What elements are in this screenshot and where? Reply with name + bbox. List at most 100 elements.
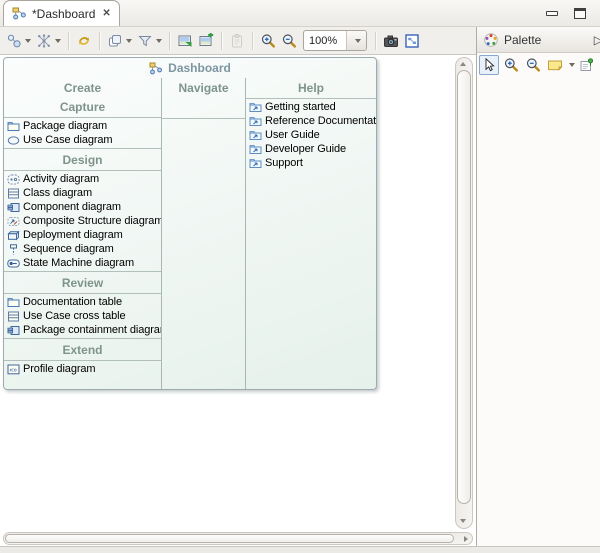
toolbar-separator <box>68 32 69 50</box>
sync-button[interactable] <box>74 29 94 53</box>
dashboard-item-label: Package containment diagram <box>23 324 161 336</box>
image-export-button[interactable] <box>175 29 195 53</box>
dashboard-item[interactable]: Documentation table <box>4 295 161 309</box>
dashboard-item[interactable]: Deployment diagram <box>4 228 161 242</box>
dropdown-arrow-icon[interactable] <box>126 39 132 43</box>
dashboard-item-label: Composite Structure diagram <box>23 215 161 227</box>
palette-title: Palette <box>504 33 541 47</box>
cursor-icon <box>481 57 497 73</box>
dashboard-item[interactable]: Sequence diagram <box>4 242 161 256</box>
arrange-all-button[interactable] <box>34 29 63 53</box>
model-icon <box>12 7 27 20</box>
group-nodes-icon <box>6 33 22 49</box>
help-link[interactable]: Reference Documentation <box>246 114 376 128</box>
zoom-in-button[interactable] <box>258 29 278 53</box>
help-link-label: Support <box>265 157 303 169</box>
dashboard-item-label: Deployment diagram <box>23 229 123 241</box>
dashboard-panel-title: Dashboard <box>4 58 376 78</box>
help-link[interactable]: User Guide <box>246 128 376 142</box>
vertical-scrollbar[interactable] <box>455 57 473 529</box>
dropdown-arrow-icon[interactable] <box>25 39 31 43</box>
pin-note-tool-button[interactable] <box>577 55 597 75</box>
dashboard-column-help: HelpGetting startedReference Documentati… <box>245 78 376 389</box>
scroll-down-icon[interactable] <box>460 519 466 523</box>
diagram-window-button[interactable] <box>402 29 422 53</box>
help-link[interactable]: Support <box>246 156 376 170</box>
sync-icon <box>76 33 92 49</box>
class-icon <box>7 311 20 322</box>
palette-expand-icon[interactable]: ▷ <box>594 33 600 47</box>
palette-header[interactable]: Palette ▷ <box>477 27 600 53</box>
scroll-up-icon[interactable] <box>460 62 466 66</box>
help-folder-icon <box>249 158 262 169</box>
component-icon <box>7 325 20 336</box>
tab-close-icon[interactable]: ✕ <box>102 8 110 19</box>
toolbar-separator <box>99 32 100 50</box>
dashboard-item[interactable]: Class diagram <box>4 186 161 200</box>
vertical-scrollbar-thumb[interactable] <box>457 70 471 504</box>
dashboard-item[interactable]: Use Case diagram <box>4 133 161 147</box>
palette-zoom-out-button[interactable] <box>523 55 543 75</box>
copy-appearance-button[interactable] <box>105 29 134 53</box>
sequence-icon <box>7 244 20 255</box>
dropdown-arrow-icon <box>355 39 361 43</box>
dashboard-item[interactable]: «»Profile diagram <box>4 362 161 376</box>
section-divider <box>246 98 376 99</box>
zoom-out-icon <box>281 33 297 49</box>
group-nodes-button[interactable] <box>4 29 33 53</box>
zoom-out-button[interactable] <box>279 29 299 53</box>
zoom-dropdown-button[interactable] <box>346 31 366 50</box>
filter-icon <box>137 33 153 49</box>
camera-icon <box>383 33 399 49</box>
oval-icon <box>7 135 20 146</box>
dashboard-item[interactable]: Component diagram <box>4 200 161 214</box>
dashboard-item[interactable]: State Machine diagram <box>4 256 161 270</box>
component-icon <box>7 202 20 213</box>
dropdown-arrow-icon[interactable] <box>156 39 162 43</box>
zoom-level-value[interactable]: 100% <box>304 31 346 50</box>
section-divider <box>4 360 161 361</box>
dashboard-column-navigate: Navigate <box>161 78 245 389</box>
dropdown-arrow-icon[interactable] <box>569 63 575 67</box>
dashboard-item[interactable]: Use Case cross table <box>4 309 161 323</box>
dropdown-arrow-icon[interactable] <box>55 39 61 43</box>
activity-icon <box>7 174 20 185</box>
image-add-icon <box>198 33 214 49</box>
section-divider <box>4 148 161 149</box>
maximize-button[interactable] <box>574 8 586 19</box>
help-link[interactable]: Developer Guide <box>246 142 376 156</box>
scroll-right-icon[interactable] <box>464 536 468 542</box>
dashboard-item-label: Component diagram <box>23 201 121 213</box>
help-link[interactable]: Getting started <box>246 100 376 114</box>
zoom-level-combo[interactable]: 100% <box>303 30 367 51</box>
dashboard-item-label: State Machine diagram <box>23 257 134 269</box>
filter-button[interactable] <box>135 29 164 53</box>
palette-zoom-in-button[interactable] <box>501 55 521 75</box>
help-link-label: User Guide <box>265 129 320 141</box>
help-link-label: Reference Documentation <box>265 115 376 127</box>
palette-body[interactable] <box>477 76 600 546</box>
dashboard-item[interactable]: Activity diagram <box>4 172 161 186</box>
tab-dashboard[interactable]: *Dashboard ✕ <box>3 0 120 26</box>
horizontal-scrollbar-thumb[interactable] <box>5 534 454 543</box>
section-divider <box>4 338 161 339</box>
palette-toolbar <box>477 53 600 76</box>
image-add-button[interactable] <box>196 29 216 53</box>
paste-button <box>227 29 247 53</box>
camera-button[interactable] <box>381 29 401 53</box>
section-divider <box>162 118 245 119</box>
profile-icon: «» <box>7 364 20 375</box>
zoom-in-icon <box>260 33 276 49</box>
paste-icon <box>229 33 245 49</box>
minimize-button[interactable] <box>546 11 558 16</box>
help-folder-icon <box>249 102 262 113</box>
note-tool-button[interactable] <box>545 55 565 75</box>
dashboard-item[interactable]: Composite Structure diagram <box>4 214 161 228</box>
diagram-canvas[interactable]: Dashboard CreateCapturePackage diagramUs… <box>0 55 476 531</box>
dashboard-item[interactable]: Package containment diagram <box>4 323 161 337</box>
deployment-icon <box>7 230 20 241</box>
horizontal-scrollbar[interactable] <box>3 532 473 545</box>
dashboard-item-label: Use Case cross table <box>23 310 126 322</box>
selection-tool-button[interactable] <box>479 55 499 75</box>
dashboard-item[interactable]: Package diagram <box>4 119 161 133</box>
